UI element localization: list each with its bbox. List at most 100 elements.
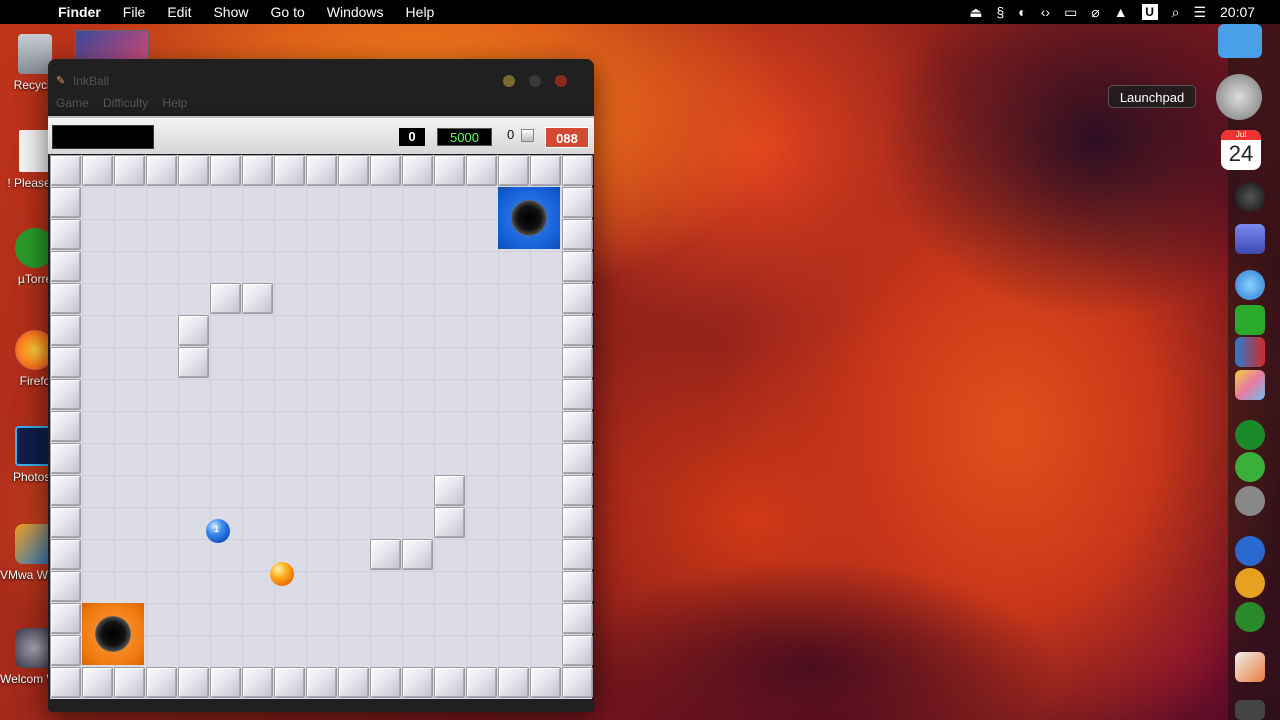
window-titlebar[interactable]: ✎ InkBall Game Difficulty Help [48, 59, 594, 110]
wall-tile [50, 283, 81, 314]
trash-icon [18, 34, 52, 74]
script-icon[interactable]: § [996, 4, 1004, 20]
wall-tile [562, 411, 593, 442]
wall-tile [50, 475, 81, 506]
eject-icon[interactable]: ⏏ [969, 4, 982, 21]
wall-tile [562, 635, 593, 666]
safari-icon[interactable] [1235, 270, 1265, 300]
wall-tile [50, 667, 81, 698]
link-icon[interactable] [1235, 452, 1265, 482]
wall-tile [402, 539, 433, 570]
finder-icon[interactable] [1218, 24, 1262, 58]
wall-tile [338, 155, 369, 186]
wall-tile [242, 667, 273, 698]
www-icon[interactable] [1235, 536, 1265, 566]
status-area: ⏏ § ◐ ‹› ▭ ⌀ ▲ U ⌕ ☰ 20:07 [969, 0, 1280, 24]
maximize-button[interactable] [529, 75, 541, 87]
collabsoft-icon[interactable] [1235, 420, 1265, 450]
code-icon[interactable]: ‹› [1041, 4, 1050, 20]
wall-tile [178, 315, 209, 346]
score-toolbar: 0 5000 0 088 [48, 116, 594, 154]
utorrent-icon[interactable] [1235, 305, 1265, 335]
calendar-month: Jul [1221, 130, 1261, 140]
screen-icon[interactable] [1235, 224, 1265, 254]
menu-edit[interactable]: Edit [167, 4, 191, 20]
wall-tile [50, 443, 81, 474]
calendar-icon[interactable]: Jul 24 [1221, 130, 1261, 170]
wall-tile [274, 155, 305, 186]
wall-tile [50, 507, 81, 538]
u-icon[interactable]: U [1141, 4, 1158, 20]
wall-tile [114, 667, 145, 698]
no-wifi-icon[interactable]: ⌀ [1091, 4, 1099, 21]
inkball-icon[interactable] [1235, 652, 1265, 682]
wall-tile [530, 667, 561, 698]
wall-tile [402, 155, 433, 186]
clock-icon[interactable] [1235, 182, 1265, 212]
wallpaper-shade [560, 560, 1060, 720]
ball-label: 1 [214, 524, 220, 534]
menu-help[interactable]: Help [163, 96, 188, 110]
menu-go-to[interactable]: Go to [271, 4, 305, 20]
close-button[interactable] [555, 75, 567, 87]
wall-tile [562, 667, 593, 698]
wall-tile [82, 155, 113, 186]
wall-tile [114, 155, 145, 186]
menu-game[interactable]: Game [56, 96, 89, 110]
display-icon[interactable]: ▭ [1064, 4, 1077, 21]
menu-difficulty[interactable]: Difficulty [103, 96, 148, 110]
wall-tile [50, 539, 81, 570]
wall-tile [50, 347, 81, 378]
wall-tile [562, 507, 593, 538]
wall-tile [402, 667, 433, 698]
balls-count: 0 [507, 127, 515, 142]
wall-tile [178, 667, 209, 698]
trash-icon[interactable] [1235, 700, 1265, 720]
wall-tile [146, 155, 177, 186]
menu-app-name[interactable]: Finder [58, 4, 101, 20]
wall-tile [210, 667, 241, 698]
launchpad-icon[interactable] [1216, 74, 1262, 120]
photos-icon[interactable] [1235, 370, 1265, 400]
wall-tile [50, 315, 81, 346]
wall-tile [562, 251, 593, 282]
wall-tile [434, 507, 465, 538]
wall-tile [562, 539, 593, 570]
game-board[interactable]: 1 [50, 155, 593, 699]
window-statusbar [48, 699, 594, 712]
parallels-icon[interactable] [1235, 337, 1265, 367]
orange-goal-hole [82, 603, 144, 665]
wall-tile [562, 187, 593, 218]
wall-tile [434, 475, 465, 506]
menu-file[interactable]: File [123, 4, 146, 20]
wall-tile [562, 475, 593, 506]
wall-tile [50, 251, 81, 282]
menu-help[interactable]: Help [406, 4, 435, 20]
wall-tile [178, 347, 209, 378]
menu-clock[interactable]: 20:07 [1220, 4, 1280, 20]
network-icon[interactable] [1235, 602, 1265, 632]
wall-tile [306, 667, 337, 698]
menu-windows[interactable]: Windows [327, 4, 384, 20]
tools-icon[interactable] [1235, 486, 1265, 516]
menu-bar: Finder File Edit Show Go to Windows Help… [0, 0, 1280, 24]
window-thumbnail[interactable] [75, 30, 149, 60]
wall-tile [338, 667, 369, 698]
menu-show[interactable]: Show [213, 4, 248, 20]
minimize-button[interactable] [503, 75, 515, 87]
wall-tile [562, 443, 593, 474]
score-points: 5000 [437, 128, 492, 146]
control-center-icon[interactable]: ☰ [1193, 4, 1206, 21]
search-icon[interactable]: ⌕ [1172, 4, 1180, 21]
wall-tile [530, 155, 561, 186]
eject-alt-icon[interactable]: ▲ [1114, 4, 1128, 20]
wall-tile [562, 219, 593, 250]
score-left: 0 [399, 128, 425, 146]
half-circle-icon[interactable]: ◐ [1018, 4, 1026, 20]
window-menubar: Game Difficulty Help [56, 96, 198, 110]
wall-tile [50, 635, 81, 666]
wall-tile [498, 155, 529, 186]
wall-tile [370, 155, 401, 186]
download-icon[interactable] [1235, 568, 1265, 598]
wall-tile [434, 667, 465, 698]
